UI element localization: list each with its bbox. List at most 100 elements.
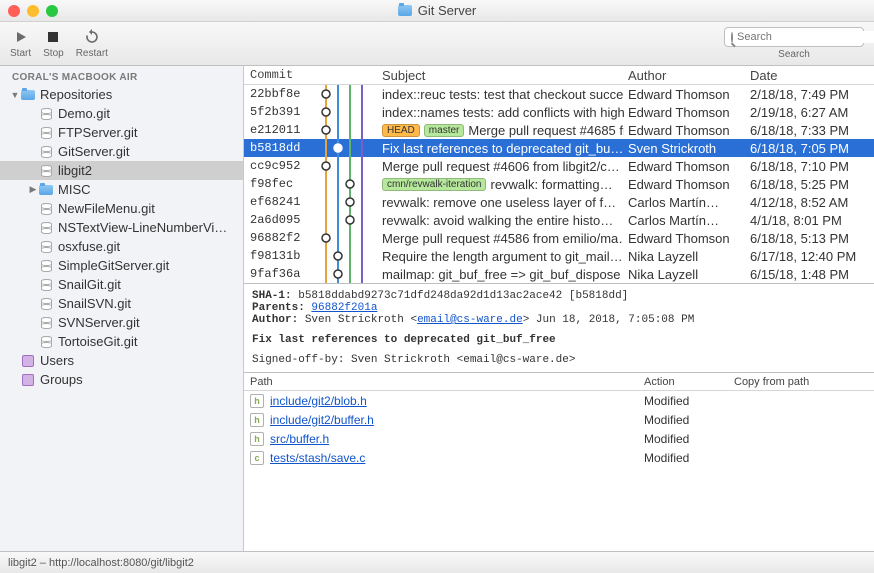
start-button[interactable]: Start <box>10 28 31 59</box>
commit-row[interactable]: e212011 HEADmasterMerge pull request #468… <box>244 121 874 139</box>
sidebar-item[interactable]: GitServer.git <box>0 142 243 161</box>
commit-author: Edward Thomson <box>624 105 746 120</box>
col-copy[interactable]: Copy from path <box>734 376 874 388</box>
repository-icon <box>38 260 54 272</box>
sidebar-item[interactable]: Demo.git <box>0 104 243 123</box>
sidebar-item[interactable]: ▶ MISC <box>0 180 243 199</box>
stop-button[interactable]: Stop <box>43 28 64 59</box>
file-action: Modified <box>644 413 734 427</box>
commit-message-body: Signed-off-by: Sven Strickroth <email@cs… <box>252 354 866 366</box>
repository-icon <box>38 222 54 234</box>
commit-date: 6/18/18, 5:25 PM <box>746 177 874 192</box>
sidebar-item[interactable]: ▼Repositories <box>0 85 243 104</box>
file-list[interactable]: Path Action Copy from path hinclude/git2… <box>244 372 874 551</box>
repository-icon <box>38 298 54 310</box>
sidebar-item[interactable]: Users <box>0 351 243 370</box>
sidebar-item[interactable]: FTPServer.git <box>0 123 243 142</box>
sidebar-item[interactable]: libgit2 <box>0 161 243 180</box>
sidebar-item[interactable]: SimpleGitServer.git <box>0 256 243 275</box>
titlebar: Git Server <box>0 0 874 22</box>
sidebar-item[interactable]: SVNServer.git <box>0 313 243 332</box>
commit-row[interactable]: 2a6d095revwalk: avoid walking the entire… <box>244 211 874 229</box>
file-row[interactable]: hsrc/buffer.hModified <box>244 429 874 448</box>
commit-date: 4/12/18, 8:52 AM <box>746 195 874 210</box>
sidebar-item-label: NSTextView-LineNumberVi… <box>58 220 227 235</box>
commit-date: 6/15/18, 1:48 PM <box>746 267 874 282</box>
filetype-icon: h <box>250 432 264 446</box>
commit-hash: e212011 <box>244 123 318 137</box>
commit-hash: 9faf36a <box>244 267 318 281</box>
commit-row[interactable]: cc9c952Merge pull request #4606 from lib… <box>244 157 874 175</box>
repository-icon <box>38 108 54 120</box>
commit-date: 2/19/18, 6:27 AM <box>746 105 874 120</box>
commit-subject: Require the length argument to git_mail… <box>378 249 624 264</box>
commit-author: Sven Strickroth <box>624 141 746 156</box>
ref-tag: HEAD <box>382 124 420 137</box>
commit-subject: revwalk: avoid walking the entire histo… <box>378 213 624 228</box>
commit-row[interactable]: 96882f2Merge pull request #4586 from emi… <box>244 229 874 247</box>
commit-hash: 5f2b391 <box>244 105 318 119</box>
search-input[interactable] <box>737 31 874 43</box>
commit-row[interactable]: 22bbf8eindex::reuc tests: test that chec… <box>244 85 874 103</box>
ref-tag: cmn/revwalk-iteration <box>382 178 486 191</box>
filetype-icon: c <box>250 451 264 465</box>
file-path-link[interactable]: include/git2/buffer.h <box>270 413 374 427</box>
commit-date: 6/18/18, 7:05 PM <box>746 141 874 156</box>
folder-icon <box>38 185 54 195</box>
commit-author: Nika Layzell <box>624 249 746 264</box>
commit-graph-cell <box>318 175 378 193</box>
sidebar-header: CORAL'S MACBOOK AIR <box>0 70 243 85</box>
sidebar-item[interactable]: SnailSVN.git <box>0 294 243 313</box>
sidebar-item[interactable]: osxfuse.git <box>0 237 243 256</box>
sidebar[interactable]: CORAL'S MACBOOK AIR ▼RepositoriesDemo.gi… <box>0 66 244 551</box>
sidebar-item[interactable]: SnailGit.git <box>0 275 243 294</box>
commit-row[interactable]: ef68241 revwalk: remove one useless layer… <box>244 193 874 211</box>
col-path[interactable]: Path <box>244 376 644 388</box>
commit-graph-cell <box>318 121 378 139</box>
file-row[interactable]: ctests/stash/save.cModified <box>244 448 874 467</box>
file-path-link[interactable]: include/git2/blob.h <box>270 394 367 408</box>
commit-subject: index::reuc tests: test that checkout su… <box>378 87 624 102</box>
sidebar-item[interactable]: Groups <box>0 370 243 389</box>
commit-hash: ef68241 <box>244 195 318 209</box>
sidebar-item[interactable]: NewFileMenu.git <box>0 199 243 218</box>
col-date[interactable]: Date <box>746 68 874 83</box>
repository-icon <box>38 165 54 177</box>
commit-author: Edward Thomson <box>624 231 746 246</box>
search-input-wrapper[interactable] <box>724 27 864 47</box>
commit-subject: HEADmasterMerge pull request #4685 fro… <box>378 123 624 138</box>
group-icon <box>20 374 36 386</box>
col-action[interactable]: Action <box>644 376 734 388</box>
window-title: Git Server <box>418 3 477 18</box>
sidebar-item[interactable]: NSTextView-LineNumberVi… <box>0 218 243 237</box>
restart-button[interactable]: Restart <box>76 28 108 59</box>
file-row[interactable]: hinclude/git2/buffer.hModified <box>244 410 874 429</box>
parent-link[interactable]: 96882f201a <box>311 302 377 314</box>
commit-subject: index::names tests: add conflicts with h… <box>378 105 624 120</box>
commit-row[interactable]: 5f2b391 index::names tests: add conflicts… <box>244 103 874 121</box>
commit-graph-cell <box>318 157 378 175</box>
commit-list[interactable]: Commit Subject Author Date 22bbf8eindex:… <box>244 66 874 283</box>
author-email-link[interactable]: email@cs-ware.de <box>417 314 523 326</box>
commit-subject: revwalk: remove one useless layer of f… <box>378 195 624 210</box>
disclosure-icon[interactable]: ▶ <box>28 184 38 195</box>
file-row[interactable]: hinclude/git2/blob.hModified <box>244 391 874 410</box>
commit-author: Edward Thomson <box>624 159 746 174</box>
commit-header-row: Commit Subject Author Date <box>244 66 874 85</box>
repository-icon <box>38 146 54 158</box>
repository-icon <box>38 203 54 215</box>
col-subject[interactable]: Subject <box>378 68 624 83</box>
sidebar-item-label: MISC <box>58 182 91 197</box>
file-path-link[interactable]: tests/stash/save.c <box>270 451 365 465</box>
commit-subject: cmn/revwalk-iterationrevwalk: formatting… <box>378 177 624 192</box>
commit-row[interactable]: 9faf36amailmap: git_buf_free => git_buf_… <box>244 265 874 283</box>
col-author[interactable]: Author <box>624 68 746 83</box>
commit-row[interactable]: b5818ddFix last references to deprecated… <box>244 139 874 157</box>
commit-row[interactable]: f98feccmn/revwalk-iterationrevwalk: form… <box>244 175 874 193</box>
file-path-link[interactable]: src/buffer.h <box>270 432 329 446</box>
sidebar-item[interactable]: TortoiseGit.git <box>0 332 243 351</box>
disclosure-icon[interactable]: ▼ <box>10 90 20 100</box>
commit-row[interactable]: f98131bRequire the length argument to gi… <box>244 247 874 265</box>
commit-hash: 96882f2 <box>244 231 318 245</box>
col-commit[interactable]: Commit <box>244 68 318 82</box>
